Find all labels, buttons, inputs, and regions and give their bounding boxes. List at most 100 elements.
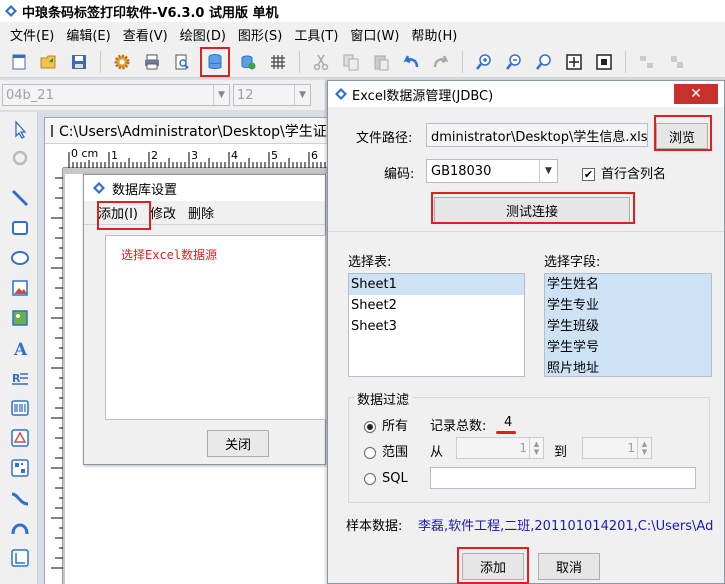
menu-shape[interactable]: 图形(S)	[232, 25, 288, 44]
close-button[interactable]: 关闭	[207, 430, 269, 457]
menu-window[interactable]: 窗口(W)	[344, 25, 405, 44]
list-item[interactable]: 学生姓名	[545, 274, 711, 295]
rotate-tool[interactable]	[8, 146, 32, 170]
database-dialog-titlebar: 数据库设置	[84, 175, 325, 201]
list-item[interactable]: 照片地址	[545, 358, 711, 379]
svg-text:6: 6	[311, 149, 318, 162]
select-tool[interactable]	[8, 118, 32, 142]
table-list[interactable]: Sheet1 Sheet2 Sheet3	[348, 273, 525, 377]
text-icon: A	[13, 340, 28, 358]
list-item[interactable]: Sheet3	[349, 316, 524, 337]
cancel-button[interactable]: 取消	[538, 553, 600, 580]
print-preview-button[interactable]	[170, 50, 194, 74]
ruler-unit-label: 0 cm	[71, 147, 100, 160]
fit-page-icon	[566, 53, 582, 70]
menu-draw[interactable]: 绘图(D)	[174, 25, 232, 44]
curve-tool[interactable]	[8, 486, 32, 510]
range-to-input[interactable]: 1 ▲ ▼	[582, 437, 652, 459]
list-item[interactable]: 学生班级	[545, 316, 711, 337]
encoding-select[interactable]: GB18030 ▼	[426, 159, 558, 183]
ellipse-tool[interactable]	[8, 246, 32, 270]
font-size-select[interactable]: 12 ▼	[233, 84, 311, 106]
radio-unselected-icon	[364, 472, 376, 485]
highlight-browse-button	[654, 115, 712, 151]
filter-sql-radio[interactable]: SQL	[364, 471, 408, 486]
arc-tool[interactable]	[8, 516, 32, 540]
group-icon	[671, 55, 683, 68]
filter-all-radio[interactable]: 所有	[364, 415, 408, 434]
polygon-icon	[11, 549, 29, 567]
radio-selected-icon	[364, 420, 376, 433]
menu-help[interactable]: 帮助(H)	[405, 25, 463, 44]
svg-text:R: R	[12, 372, 21, 385]
database-settings-button[interactable]	[200, 46, 230, 77]
barcode-icon	[11, 400, 29, 416]
section-divider	[328, 231, 724, 232]
open-button[interactable]	[37, 50, 61, 74]
font-size-value: 12	[237, 87, 254, 103]
zoom-out-button[interactable]	[502, 50, 526, 74]
barcode-tool[interactable]	[8, 396, 32, 420]
menu-edit[interactable]: 编辑(E)	[60, 25, 116, 44]
menu-file[interactable]: 文件(E)	[4, 25, 60, 44]
zoom-in-button[interactable]	[472, 50, 496, 74]
rich-text-tool[interactable]: R	[8, 366, 32, 390]
zoom-in-icon	[476, 53, 491, 70]
field-list[interactable]: 学生姓名 学生专业 学生班级 学生学号 照片地址	[544, 273, 712, 377]
printer-icon	[145, 54, 159, 69]
paste-button[interactable]	[369, 50, 393, 74]
polygon-tool[interactable]	[8, 546, 32, 570]
zoom-out-icon	[506, 53, 521, 70]
rectangle-tool[interactable]	[8, 216, 32, 240]
text-tool[interactable]: A	[8, 336, 32, 360]
grid-button[interactable]	[266, 50, 290, 74]
settings-button[interactable]	[110, 50, 134, 74]
document-titlebar: C:\Users\Administrator\Desktop\学生证.z	[45, 118, 333, 144]
font-select[interactable]: 04b_21 ▼	[2, 84, 230, 106]
menu-tools[interactable]: 工具(T)	[288, 25, 344, 44]
delete-datasource-menu[interactable]: 删除	[188, 203, 214, 222]
ruler-ticks: 1 2 3 4 5 6	[68, 149, 330, 168]
list-item[interactable]: 学生学号	[545, 337, 711, 358]
list-item[interactable]: Sheet1	[349, 274, 524, 295]
copy-icon	[343, 54, 359, 70]
datasource-list[interactable]: 选择Excel数据源	[105, 235, 326, 420]
range-from-input[interactable]: 1 ▲ ▼	[456, 437, 544, 459]
cut-button[interactable]	[309, 50, 333, 74]
chevron-down-icon: ▼	[539, 160, 557, 182]
line-tool[interactable]	[8, 186, 32, 210]
database-connect-button[interactable]	[236, 50, 260, 74]
copy-button[interactable]	[339, 50, 363, 74]
undo-button[interactable]	[399, 50, 423, 74]
photo-tool[interactable]	[8, 306, 32, 330]
group-button[interactable]	[665, 50, 689, 74]
align-icon	[640, 55, 653, 68]
new-button[interactable]	[7, 50, 31, 74]
app-logo-icon	[335, 88, 347, 100]
file-path-input[interactable]: dministrator\Desktop\学生信息.xlsx	[426, 123, 648, 147]
fit-page-button[interactable]	[562, 50, 586, 74]
print-button[interactable]	[140, 50, 164, 74]
align-button[interactable]	[635, 50, 659, 74]
undo-icon	[403, 54, 419, 67]
list-item[interactable]: Sheet2	[349, 295, 524, 316]
font-bar: 04b_21 ▼ 12 ▼	[0, 80, 325, 110]
shape-tool[interactable]	[8, 426, 32, 450]
sql-input[interactable]	[430, 467, 696, 489]
edit-datasource-menu[interactable]: 修改	[150, 203, 176, 222]
save-button[interactable]	[67, 50, 91, 74]
menu-view[interactable]: 查看(V)	[117, 25, 174, 44]
excel-datasource-dialog: Excel数据源管理(JDBC) ✕ 文件路径: dministrator\De…	[327, 80, 725, 584]
redo-button[interactable]	[429, 50, 453, 74]
first-row-header-checkbox[interactable]: ✔ 首行含列名	[582, 163, 666, 182]
list-item[interactable]: 学生专业	[545, 295, 711, 316]
filter-range-radio[interactable]: 范围	[364, 441, 408, 460]
qrcode-tool[interactable]	[8, 456, 32, 480]
redo-icon	[433, 54, 449, 67]
scissors-icon	[313, 54, 329, 70]
image-tool[interactable]	[8, 276, 32, 300]
zoom-button[interactable]	[532, 50, 556, 74]
fit-window-button[interactable]	[592, 50, 616, 74]
file-path-value: dministrator\Desktop\学生信息.xlsx	[431, 129, 648, 145]
close-icon[interactable]: ✕	[674, 84, 718, 104]
